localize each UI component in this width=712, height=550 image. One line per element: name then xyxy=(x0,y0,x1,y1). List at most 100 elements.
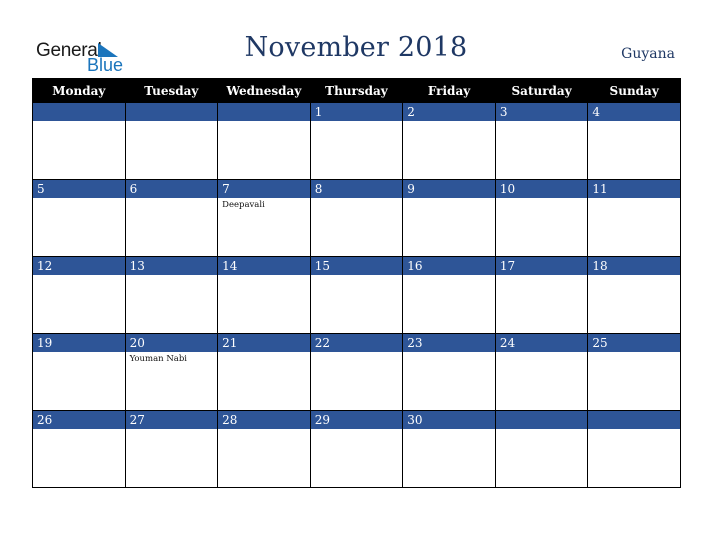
day-number xyxy=(218,103,310,121)
day-cell[interactable]: 11 xyxy=(587,179,681,257)
day-number: 23 xyxy=(403,334,495,352)
calendar-grid: Monday Tuesday Wednesday Thursday Friday… xyxy=(32,78,681,488)
day-cell[interactable]: 29 xyxy=(309,410,404,488)
day-number: 26 xyxy=(33,411,125,429)
day-number: 16 xyxy=(403,257,495,275)
day-cell[interactable]: 23 xyxy=(402,333,496,411)
week-row: 5 6 7 Deepavali 8 9 10 11 xyxy=(32,179,681,257)
holiday-label xyxy=(403,429,495,431)
day-cell[interactable]: 9 xyxy=(402,179,496,257)
day-cell[interactable]: 6 xyxy=(124,179,219,257)
day-cell[interactable]: 20 Youman Nabi xyxy=(124,333,219,411)
day-cell[interactable]: 4 xyxy=(587,102,681,180)
day-cell[interactable]: 19 xyxy=(32,333,126,411)
holiday-label xyxy=(33,429,125,431)
day-cell[interactable]: 17 xyxy=(494,256,589,334)
day-cell[interactable] xyxy=(494,410,589,488)
week-row: 1234 xyxy=(32,102,681,180)
day-number: 9 xyxy=(403,180,495,198)
day-number: 21 xyxy=(218,334,310,352)
holiday-label xyxy=(311,275,403,277)
day-cell[interactable]: 18 xyxy=(587,256,681,334)
day-number: 24 xyxy=(495,334,588,352)
day-cell[interactable]: 26 xyxy=(32,410,126,488)
day-cell[interactable]: 28 xyxy=(217,410,311,488)
holiday-label xyxy=(126,121,218,123)
holiday-label xyxy=(496,352,588,354)
holiday-label xyxy=(126,198,218,200)
day-cell[interactable]: 13 xyxy=(124,256,219,334)
holiday-label xyxy=(33,275,125,277)
day-number: 7 xyxy=(218,180,310,198)
day-number: 10 xyxy=(495,180,588,198)
day-cell[interactable]: 15 xyxy=(309,256,404,334)
day-number: 25 xyxy=(588,334,680,352)
day-cell[interactable]: 7 Deepavali xyxy=(217,179,311,257)
day-number xyxy=(33,103,125,121)
day-number: 14 xyxy=(218,257,310,275)
weekday-header: Saturday xyxy=(494,78,589,103)
day-cell[interactable]: 2 xyxy=(402,102,496,180)
calendar-title: November 2018 xyxy=(244,32,468,63)
day-number: 2 xyxy=(403,103,495,121)
holiday-label xyxy=(218,121,310,123)
day-cell[interactable]: 16 xyxy=(402,256,496,334)
day-number: 3 xyxy=(495,103,588,121)
week-row: 19 20 Youman Nabi 21 22 23 24 25 xyxy=(32,333,681,411)
day-number xyxy=(588,411,680,429)
day-cell[interactable]: 30 xyxy=(402,410,496,488)
day-cell[interactable]: 27 xyxy=(124,410,219,488)
day-cell[interactable] xyxy=(217,102,311,180)
holiday-label xyxy=(33,352,125,354)
holiday-label xyxy=(496,275,588,277)
day-cell[interactable]: 12 xyxy=(32,256,126,334)
holiday-label xyxy=(126,429,218,431)
day-cell[interactable]: 10 xyxy=(494,179,589,257)
holiday-label xyxy=(403,275,495,277)
holiday-label xyxy=(588,198,680,200)
day-cell[interactable]: 3 xyxy=(494,102,589,180)
day-number: 29 xyxy=(310,411,403,429)
weekday-header: Tuesday xyxy=(124,78,219,103)
holiday-label xyxy=(588,429,680,431)
day-number: 22 xyxy=(310,334,403,352)
day-number: 18 xyxy=(588,257,680,275)
day-cell[interactable] xyxy=(124,102,219,180)
holiday-label xyxy=(588,121,680,123)
day-cell[interactable]: 8 xyxy=(309,179,404,257)
weekday-header: Friday xyxy=(402,78,496,103)
day-number: 30 xyxy=(403,411,495,429)
day-cell[interactable]: 21 xyxy=(217,333,311,411)
day-cell[interactable]: 14 xyxy=(217,256,311,334)
day-number: 17 xyxy=(495,257,588,275)
day-number xyxy=(125,103,218,121)
holiday-label xyxy=(311,352,403,354)
day-number: 13 xyxy=(125,257,218,275)
day-cell[interactable]: 22 xyxy=(309,333,404,411)
day-number: 11 xyxy=(588,180,680,198)
day-cell[interactable] xyxy=(32,102,126,180)
week-row: 26 27 28 29 30 xyxy=(32,410,681,488)
holiday-label xyxy=(33,121,125,123)
day-cell[interactable]: 1 xyxy=(309,102,404,180)
holiday-label xyxy=(496,198,588,200)
country-label: Guyana xyxy=(621,46,675,62)
week-row: 12 13 14 15 16 17 18 xyxy=(32,256,681,334)
day-number: 20 xyxy=(125,334,218,352)
holiday-label xyxy=(126,275,218,277)
holiday-label: Deepavali xyxy=(222,200,265,210)
day-cell[interactable]: 25 xyxy=(587,333,681,411)
holiday-label xyxy=(33,198,125,200)
day-cell[interactable]: 24 xyxy=(494,333,589,411)
holiday-label xyxy=(588,275,680,277)
day-cell[interactable]: 5 xyxy=(32,179,126,257)
holiday-label xyxy=(218,275,310,277)
day-number: 27 xyxy=(125,411,218,429)
holiday-label xyxy=(311,198,403,200)
holiday-label xyxy=(496,429,588,431)
holiday-label xyxy=(218,352,310,354)
day-number: 5 xyxy=(33,180,125,198)
day-cell[interactable] xyxy=(587,410,681,488)
weekday-header: Sunday xyxy=(587,78,681,103)
day-number: 6 xyxy=(125,180,218,198)
